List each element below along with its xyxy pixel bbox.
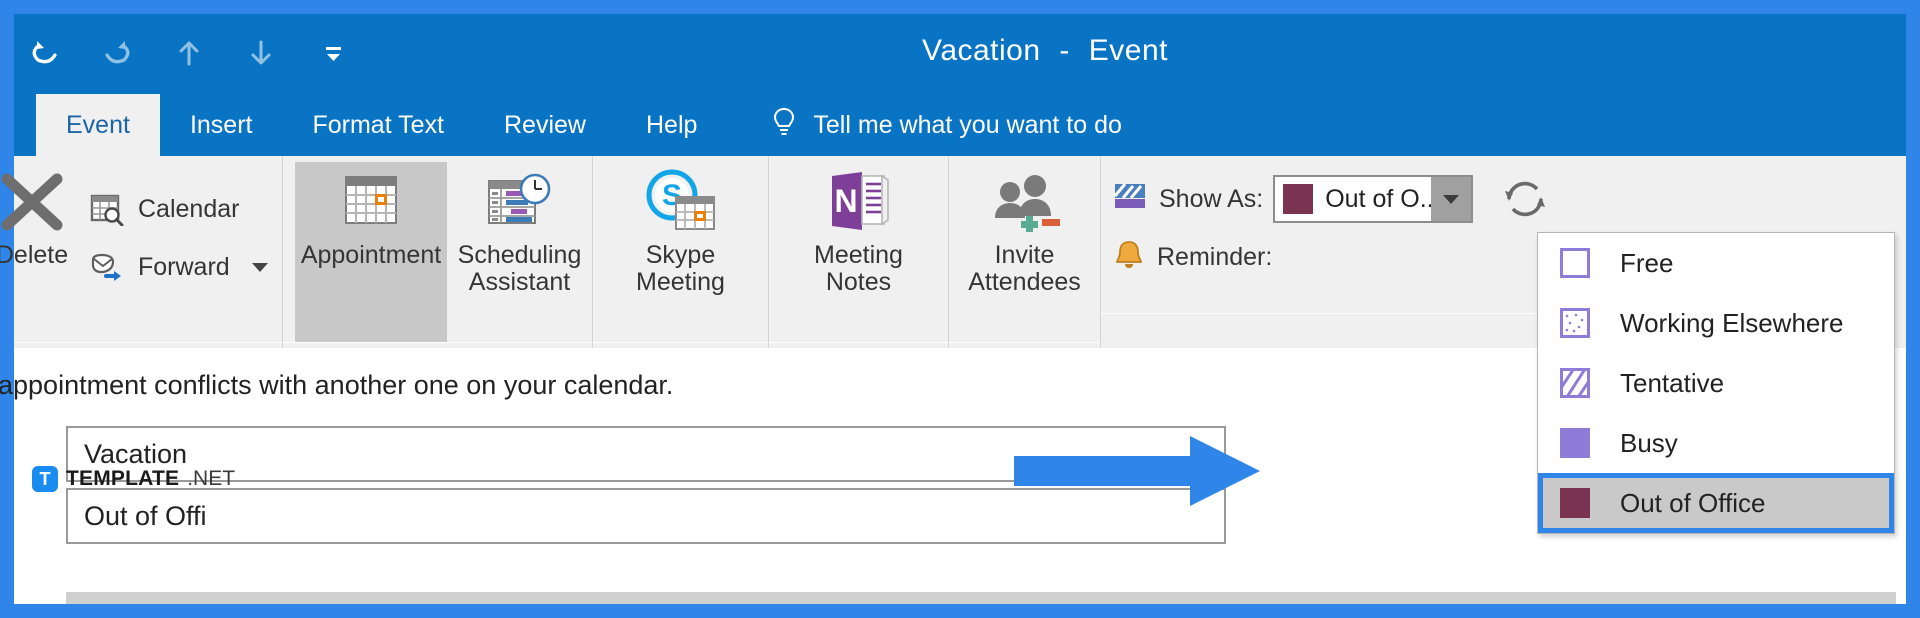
meeting-notes-button-label: MeetingNotes	[814, 242, 903, 295]
location-input-value: Out of Offi	[68, 501, 207, 532]
show-as-dropdown-list[interactable]: Free Working Elsewhere	[1537, 232, 1895, 534]
window-title-subject: Vacation	[922, 34, 1041, 67]
ribbon-group-meeting-notes: N MeetingNotes Meeting Notes	[768, 156, 948, 348]
watermark-tld: .NET	[187, 467, 235, 491]
horizontal-scrollbar[interactable]	[66, 592, 1896, 604]
watermark: T TEMPLATE .NET	[32, 466, 235, 492]
show-as-color-swatch	[1283, 184, 1313, 214]
ribbon-group-show: Appointment	[282, 156, 592, 348]
delete-button-label: Delete	[0, 242, 68, 269]
actions-small-buttons: Calendar Forward	[80, 162, 276, 296]
meeting-notes-button[interactable]: N MeetingNotes	[777, 162, 941, 342]
skype-meeting-button[interactable]: S SkypeMeeting	[601, 162, 761, 342]
conflict-message: appointment conflicts with another one o…	[0, 370, 673, 401]
tab-format-text-label: Format Text	[312, 111, 444, 140]
show-as-option-tentative-label: Tentative	[1620, 368, 1724, 399]
tell-me-label: Tell me what you want to do	[813, 111, 1122, 140]
outlook-event-window: Vacation - Event Event Insert Format Tex…	[0, 0, 1920, 618]
tab-review[interactable]: Review	[474, 94, 616, 156]
ribbon-group-options-label	[1101, 313, 1541, 348]
forward-button-label: Forward	[138, 253, 230, 282]
ribbon-group-actions: Delete	[14, 156, 282, 348]
show-as-option-working-elsewhere-label: Working Elsewhere	[1620, 308, 1844, 339]
ribbon-group-attendees: InviteAttendees Attendees	[948, 156, 1100, 348]
show-as-option-free[interactable]: Free	[1538, 233, 1894, 293]
watermark-badge-icon: T	[32, 466, 58, 492]
appointment-button-label: Appointment	[301, 242, 441, 269]
out-of-office-swatch-icon	[1560, 488, 1590, 518]
forward-envelope-icon	[88, 248, 126, 286]
tentative-swatch-icon	[1560, 368, 1590, 398]
tab-event-label: Event	[66, 111, 130, 140]
working-elsewhere-swatch-icon	[1560, 308, 1590, 338]
title-bar: Vacation - Event	[14, 14, 1906, 94]
tab-event[interactable]: Event	[36, 94, 160, 156]
appointment-button[interactable]: Appointment	[295, 162, 447, 342]
tell-me-search[interactable]: Tell me what you want to do	[769, 94, 1122, 156]
scheduling-assistant-icon	[485, 168, 555, 236]
scheduling-assistant-button-label: Scheduling Assistant	[455, 242, 584, 295]
show-as-label: Show As:	[1159, 185, 1263, 214]
tab-insert-label: Insert	[190, 111, 253, 140]
free-swatch-icon	[1560, 248, 1590, 278]
ribbon-group-options: Show As: Out of O...	[1100, 156, 1540, 348]
skype-meeting-icon: S	[642, 168, 720, 236]
ribbon-group-skype-meeting: S SkypeMeeting Skype Mee	[592, 156, 768, 348]
scheduling-assistant-button[interactable]: Scheduling Assistant	[447, 162, 592, 342]
tab-insert[interactable]: Insert	[160, 94, 283, 156]
show-as-option-busy-label: Busy	[1620, 428, 1678, 459]
window-title-separator: -	[1049, 34, 1080, 67]
show-as-option-tentative[interactable]: Tentative	[1538, 353, 1894, 413]
show-as-option-out-of-office[interactable]: Out of Office	[1538, 473, 1894, 533]
watermark-name: TEMPLATE	[66, 467, 179, 491]
skype-meeting-button-label: SkypeMeeting	[636, 242, 725, 295]
onenote-icon: N	[826, 168, 892, 236]
invite-attendees-button-label: InviteAttendees	[968, 242, 1081, 295]
svg-text:N: N	[834, 183, 857, 219]
subject-input-value: Vacation	[68, 439, 187, 470]
delete-x-icon	[0, 168, 67, 236]
reminder-label: Reminder:	[1157, 243, 1272, 272]
tab-review-label: Review	[504, 111, 586, 140]
invite-attendees-button[interactable]: InviteAttendees	[952, 162, 1098, 342]
calendar-search-icon	[88, 190, 126, 228]
show-as-option-out-of-office-label: Out of Office	[1620, 488, 1765, 519]
show-as-icon	[1111, 178, 1149, 221]
show-as-option-working-elsewhere[interactable]: Working Elsewhere	[1538, 293, 1894, 353]
invite-attendees-icon	[988, 168, 1062, 236]
show-as-row: Show As: Out of O...	[1101, 170, 1553, 228]
busy-swatch-icon	[1560, 428, 1590, 458]
tab-help[interactable]: Help	[616, 94, 727, 156]
window-title: Vacation - Event	[14, 34, 1906, 68]
window-title-type: Event	[1089, 34, 1168, 67]
forward-dropdown-chevron-icon[interactable]	[252, 263, 268, 272]
show-as-dropdown-chevron-icon[interactable]	[1431, 177, 1471, 221]
recurrence-icon[interactable]	[1497, 171, 1553, 227]
tab-help-label: Help	[646, 111, 697, 140]
ribbon-tab-strip: Event Insert Format Text Review Help Tel…	[14, 94, 1906, 156]
show-as-option-busy[interactable]: Busy	[1538, 413, 1894, 473]
calendar-button[interactable]: Calendar	[80, 180, 276, 238]
show-as-combobox[interactable]: Out of O...	[1273, 175, 1473, 223]
reminder-row: Reminder:	[1101, 228, 1272, 286]
tab-format-text[interactable]: Format Text	[282, 94, 474, 156]
lightbulb-icon	[769, 105, 799, 146]
forward-button[interactable]: Forward	[80, 238, 276, 296]
callout-arrow-icon	[1014, 434, 1264, 513]
show-as-option-free-label: Free	[1620, 248, 1673, 279]
appointment-calendar-icon	[338, 168, 404, 236]
calendar-button-label: Calendar	[138, 195, 239, 224]
reminder-bell-icon	[1111, 237, 1147, 278]
delete-button[interactable]: Delete	[0, 162, 80, 342]
